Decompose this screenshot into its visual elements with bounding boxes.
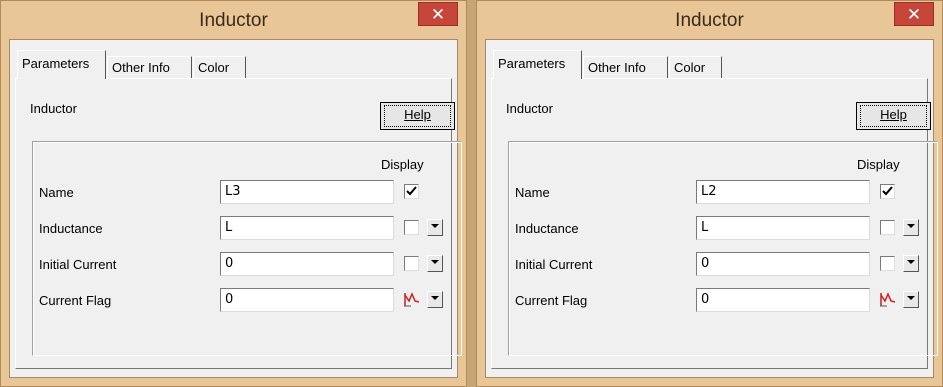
dropdown-arrow-icon (907, 224, 915, 228)
inductance-label: Inductance (515, 221, 579, 236)
title-bar[interactable]: Inductor ✕ (477, 1, 942, 39)
inductance-dropdown-button[interactable] (427, 219, 443, 236)
help-button-label: Help (880, 107, 907, 122)
display-header: Display (857, 157, 900, 172)
tab-parameters[interactable]: Parameters (493, 50, 582, 79)
inductance-display-checkbox[interactable] (404, 220, 419, 235)
name-display-checkbox[interactable] (880, 184, 895, 199)
inductance-label: Inductance (39, 221, 103, 236)
current-flag-label: Current Flag (39, 293, 112, 308)
help-button-label: Help (404, 107, 431, 122)
help-button[interactable]: Help (856, 102, 931, 130)
current-flag-dropdown-button[interactable] (427, 291, 443, 308)
close-button[interactable]: ✕ (894, 2, 934, 26)
display-header: Display (381, 157, 424, 172)
initial-current-label: Initial Current (515, 257, 593, 272)
parameter-group (32, 141, 462, 356)
dropdown-arrow-icon (431, 260, 439, 264)
dropdown-arrow-icon (431, 296, 439, 300)
window-title: Inductor (675, 10, 744, 31)
title-bar[interactable]: Inductor ✕ (1, 1, 466, 39)
window-title: Inductor (199, 10, 268, 31)
checkmark-icon (406, 186, 417, 196)
name-display-checkbox[interactable] (404, 184, 419, 199)
inductance-field[interactable]: L (220, 216, 394, 240)
tab-other-info[interactable]: Other Info (107, 56, 192, 78)
current-flag-icon[interactable] (879, 290, 897, 308)
name-label: Name (39, 185, 74, 200)
tab-color[interactable]: Color (193, 56, 246, 78)
dropdown-arrow-icon (431, 224, 439, 228)
dropdown-arrow-icon (907, 260, 915, 264)
current-flag-field[interactable]: 0 (220, 288, 394, 312)
name-label: Name (515, 185, 550, 200)
current-flag-label: Current Flag (515, 293, 588, 308)
inductance-dropdown-button[interactable] (903, 219, 919, 236)
initial-current-display-checkbox[interactable] (404, 256, 419, 271)
initial-current-field[interactable]: 0 (696, 252, 870, 276)
inductor-dialog-1: Inductor ✕ Parameters Other Info Color I… (0, 0, 467, 387)
inductance-display-checkbox[interactable] (880, 220, 895, 235)
tab-parameters[interactable]: Parameters (17, 50, 106, 79)
parameters-panel: Inductor Help Display Name L2 Inductance… (491, 78, 938, 369)
current-flag-field[interactable]: 0 (696, 288, 870, 312)
initial-current-dropdown-button[interactable] (427, 255, 443, 272)
inductance-field[interactable]: L (696, 216, 870, 240)
tab-color[interactable]: Color (669, 56, 722, 78)
close-button[interactable]: ✕ (418, 2, 458, 26)
name-field[interactable]: L2 (696, 180, 870, 204)
current-flag-dropdown-button[interactable] (903, 291, 919, 308)
initial-current-dropdown-button[interactable] (903, 255, 919, 272)
current-flag-icon[interactable] (403, 290, 421, 308)
help-button[interactable]: Help (380, 102, 455, 130)
parameters-panel: Inductor Help Display Name L3 Inductance… (15, 78, 462, 369)
dialog-client: Parameters Other Info Color Inductor Hel… (9, 39, 462, 378)
tab-other-info[interactable]: Other Info (583, 56, 668, 78)
dialog-client: Parameters Other Info Color Inductor Hel… (485, 39, 938, 378)
checkmark-icon (882, 186, 893, 196)
initial-current-field[interactable]: 0 (220, 252, 394, 276)
name-field[interactable]: L3 (220, 180, 394, 204)
parameter-group (508, 141, 938, 356)
inductor-dialog-2: Inductor ✕ Parameters Other Info Color I… (476, 0, 943, 387)
dropdown-arrow-icon (907, 296, 915, 300)
panel-label: Inductor (506, 101, 553, 116)
initial-current-label: Initial Current (39, 257, 117, 272)
panel-label: Inductor (30, 101, 77, 116)
initial-current-display-checkbox[interactable] (880, 256, 895, 271)
